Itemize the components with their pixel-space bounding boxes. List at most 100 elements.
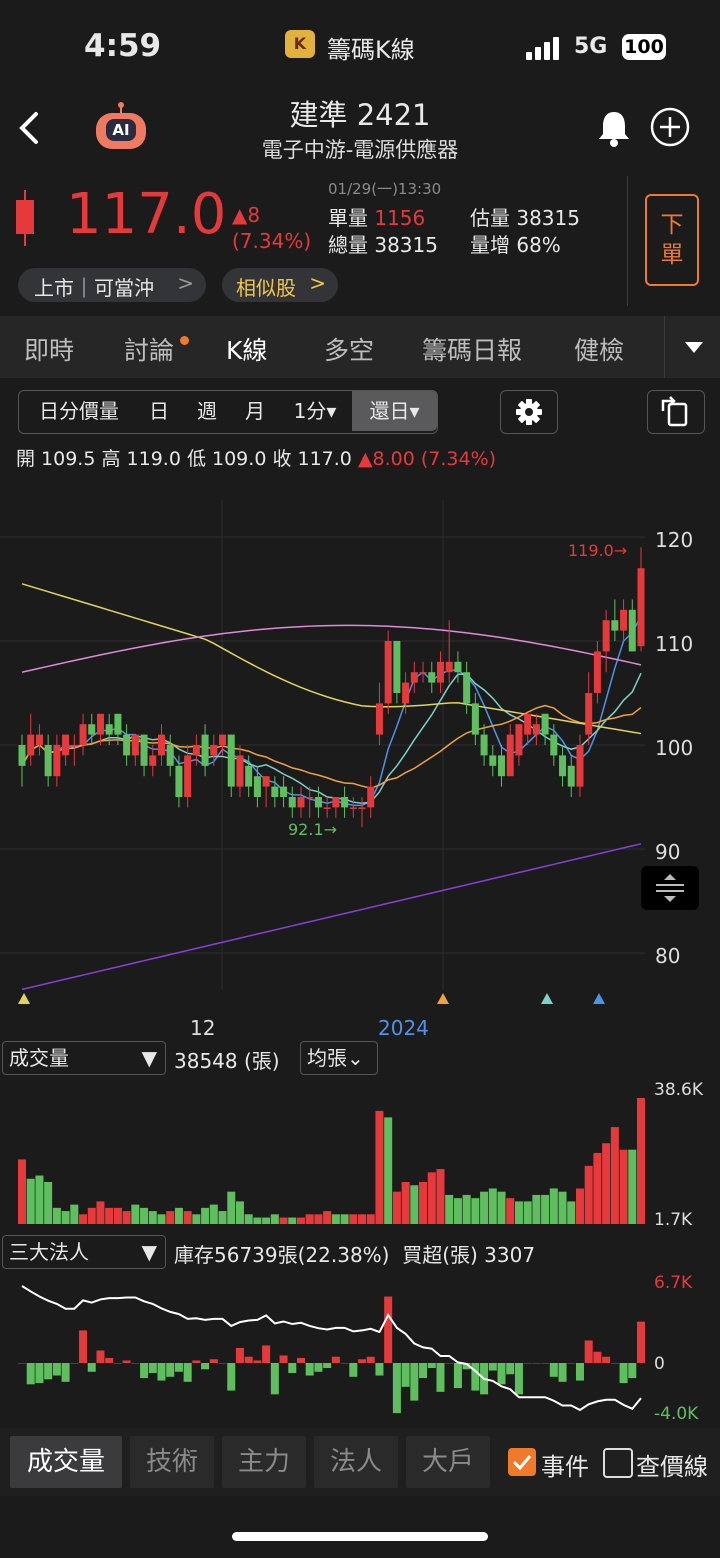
volume-bar: [262, 1217, 271, 1224]
event-checkbox[interactable]: [508, 1448, 536, 1476]
period-day[interactable]: 日: [137, 391, 181, 431]
add-watchlist-button[interactable]: [650, 107, 690, 147]
period-intraday-volume[interactable]: 日分價量: [23, 391, 135, 431]
volume-bar: [506, 1198, 515, 1224]
new-dot: [180, 336, 189, 345]
candle: [567, 765, 575, 787]
network-label: 5G: [574, 34, 608, 59]
candle: [219, 734, 227, 745]
price-line-checkbox[interactable]: [603, 1448, 633, 1478]
volume-bar: [392, 1191, 401, 1224]
tab-realtime[interactable]: 即時: [24, 331, 74, 367]
inst-bar: [166, 1363, 175, 1377]
chevron-left-icon: [19, 112, 38, 144]
bottom-tab-main-force[interactable]: 主力: [222, 1436, 306, 1488]
tab-more-button[interactable]: [672, 334, 716, 360]
candle: [611, 620, 619, 631]
order-button[interactable]: 下單: [645, 194, 699, 286]
period-restored-day[interactable]: 還日▾: [352, 391, 437, 431]
event-marker-icon[interactable]: [18, 993, 30, 1004]
volume-chart[interactable]: 38.6K 1.7K: [0, 1078, 720, 1228]
similar-stocks-button[interactable]: 相似股 >: [222, 268, 338, 302]
candle: [471, 703, 479, 735]
ai-robot-button[interactable]: AI: [90, 102, 152, 152]
bottom-tab-big-holders[interactable]: 大戶: [406, 1436, 490, 1488]
candle: [88, 724, 96, 735]
volume-bar: [567, 1201, 576, 1224]
volume-bar: [131, 1204, 140, 1224]
x-tick: 12: [190, 1016, 215, 1040]
event-marker-icon[interactable]: [541, 993, 553, 1004]
inst-bar: [436, 1363, 445, 1392]
gear-icon: [516, 399, 542, 425]
period-selector: 日分價量 日 週 月 1分▾ 還日▾: [18, 390, 438, 434]
bottom-tab-institutional[interactable]: 法人: [314, 1436, 398, 1488]
candle: [157, 734, 165, 756]
event-marker-icon[interactable]: [593, 993, 605, 1004]
notification-bell-button[interactable]: [594, 108, 634, 148]
candle: [149, 755, 157, 766]
back-button[interactable]: [14, 108, 46, 148]
volume-bar: [96, 1201, 105, 1224]
rotate-icon: [661, 396, 688, 427]
period-week[interactable]: 週: [185, 391, 229, 431]
institutional-select[interactable]: 三大法人 ▼: [2, 1235, 166, 1269]
triangle-down-icon: ▼: [141, 1046, 157, 1070]
institutional-chart[interactable]: 6.7K 0 -4.0K: [0, 1272, 720, 1422]
inst-bar: [140, 1363, 149, 1379]
inst-bar: [148, 1363, 157, 1374]
period-month[interactable]: 月: [233, 391, 277, 431]
event-marker-icon[interactable]: [437, 993, 449, 1004]
volume-bar: [419, 1182, 428, 1224]
inventory-line: [21, 1285, 642, 1412]
inst-bar: [453, 1363, 462, 1389]
candle: [53, 745, 61, 777]
inst-bar: [619, 1363, 628, 1384]
volume-bar: [253, 1217, 262, 1224]
inst-bar: [192, 1360, 201, 1363]
inst-bar: [427, 1363, 436, 1369]
rotate-screen-button[interactable]: [647, 390, 705, 434]
candle: [253, 776, 261, 797]
market-tag[interactable]: 上市｜可當沖 >: [18, 268, 206, 302]
bottom-tab-technical[interactable]: 技術: [130, 1436, 214, 1488]
inst-bar: [349, 1363, 358, 1377]
tab-chip-report[interactable]: 籌碼日報: [422, 331, 522, 367]
inst-bar: [384, 1296, 393, 1363]
volume-bar: [558, 1191, 567, 1224]
tab-long-short[interactable]: 多空: [324, 331, 374, 367]
volume-bar: [410, 1185, 419, 1224]
volume-bar: [174, 1207, 183, 1224]
inst-bar: [506, 1363, 515, 1375]
candle: [184, 755, 192, 797]
candle: [489, 755, 497, 766]
y-tick: 120: [655, 528, 693, 552]
candle: [18, 745, 26, 766]
volume-indicator-select[interactable]: 成交量 ▼: [2, 1041, 166, 1075]
inst-bar: [288, 1363, 297, 1374]
volume-bar: [113, 1207, 122, 1224]
volume-bar: [218, 1211, 227, 1224]
triangle-down-icon: [685, 342, 703, 353]
candle: [27, 734, 35, 756]
chart-resize-handle[interactable]: [641, 866, 699, 910]
tab-health-check[interactable]: 健檢: [574, 331, 624, 367]
price-chart[interactable]: 120 110 100 90 80 119.0→ 92.1→ 12 2024: [0, 490, 720, 1050]
candle: [70, 745, 78, 747]
avg-lot-select[interactable]: 均張⌄: [300, 1041, 378, 1075]
y-tick: 100: [655, 736, 693, 760]
tab-discussion[interactable]: 討論: [124, 331, 174, 367]
home-indicator: [232, 1532, 488, 1541]
candle: [585, 693, 593, 735]
bottom-tab-volume[interactable]: 成交量: [10, 1436, 122, 1488]
tab-kline[interactable]: K線: [226, 331, 267, 367]
chart-settings-button[interactable]: [500, 390, 558, 434]
volume-bar: [140, 1207, 149, 1224]
volume-bar: [305, 1214, 314, 1224]
volume-bar: [427, 1172, 436, 1224]
y-tick: 90: [655, 840, 680, 864]
candle: [559, 755, 567, 777]
candle: [384, 641, 392, 704]
period-1min[interactable]: 1分▾: [281, 391, 349, 431]
inst-bar: [96, 1350, 105, 1363]
